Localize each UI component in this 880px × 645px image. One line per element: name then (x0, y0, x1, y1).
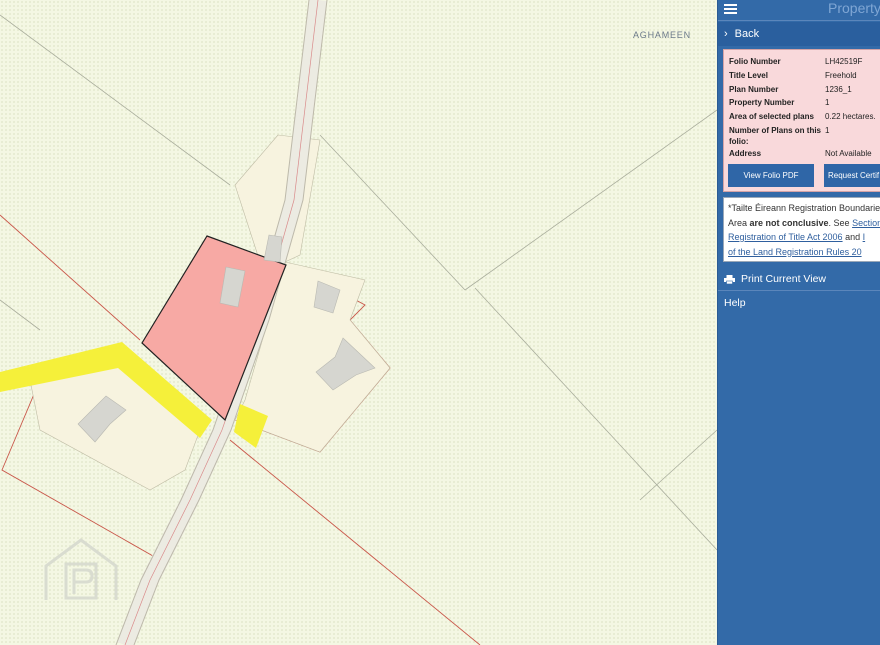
disclaimer-box: *Tailte Éireann Registration Boundarie A… (723, 197, 880, 262)
folio-label: Number of Plans on this folio: (729, 125, 822, 146)
land-registration-rules-link[interactable]: of the Land Registration Rules 20 (728, 247, 862, 257)
folio-label: Folio Number (729, 57, 781, 66)
disclaimer-line: of the Land Registration Rules 20 (728, 245, 880, 260)
request-certificate-button[interactable]: Request Certif (824, 164, 880, 187)
folio-value: 1236_1 (825, 84, 852, 94)
folio-value: 1 (825, 98, 830, 108)
folio-row: Address Not Available (729, 147, 880, 161)
folio-label: Area of selected plans (729, 112, 814, 122)
view-folio-pdf-button[interactable]: View Folio PDF (728, 164, 814, 187)
back-button[interactable]: › Back (718, 22, 880, 46)
disclaimer-line: Area are not conclusive. See Section (728, 216, 880, 231)
back-label: Back (734, 28, 760, 40)
print-current-view-button[interactable]: Print Current View (718, 268, 880, 291)
disclaimer-line: Registration of Title Act 2006 and I (728, 230, 880, 245)
townland-label: AGHAMEEN (633, 30, 691, 40)
folio-value: Not Available (825, 148, 872, 158)
disclaimer-text: Area (728, 217, 750, 228)
folio-row: Property Number 1 (729, 96, 880, 110)
registration-act-link[interactable]: Registration of Title Act 2006 (728, 232, 843, 242)
rules-link-start[interactable]: I (863, 232, 866, 242)
disclaimer-text: and (842, 232, 863, 242)
disclaimer-text: *Tailte Éireann Registration Boundarie (728, 203, 880, 213)
section-link[interactable]: Section (852, 218, 880, 228)
folio-row: Number of Plans on this folio: 1 (729, 124, 880, 147)
folio-label: Title Level (729, 70, 768, 80)
folio-info-card: Folio Number LH42519F Title Level Freeho… (723, 49, 880, 192)
map-view[interactable]: AGHAMEEN (0, 0, 717, 645)
folio-value: LH42519F (825, 57, 863, 66)
folio-value: 0.22 hectares. (825, 112, 876, 122)
chevron-right-icon: › (724, 28, 728, 40)
print-label: Print Current View (741, 273, 827, 285)
disclaimer-bold: are not conclusive (749, 217, 829, 228)
help-label: Help (724, 297, 746, 309)
folio-row: Folio Number LH42519F (729, 55, 880, 69)
folio-value: Freehold (825, 70, 857, 80)
disclaimer-text: . See (828, 217, 853, 228)
panel-header: Property (718, 0, 880, 21)
disclaimer-line: *Tailte Éireann Registration Boundarie (728, 201, 880, 216)
folio-row: Title Level Freehold (729, 69, 880, 83)
folio-table: Folio Number LH42519F Title Level Freeho… (729, 55, 880, 161)
panel-title: Property (828, 0, 880, 16)
folio-row: Area of selected plans 0.22 hectares. (729, 110, 880, 124)
printer-icon (724, 274, 735, 284)
folio-row: Plan Number 1236_1 (729, 83, 880, 97)
help-link[interactable]: Help (718, 292, 880, 314)
property-panel: Property › Back Folio Number LH42519F Ti… (717, 0, 880, 645)
folio-label: Property Number (729, 98, 795, 108)
folio-label: Address (729, 148, 762, 158)
hamburger-icon[interactable] (724, 2, 737, 15)
folio-label: Plan Number (729, 84, 779, 94)
folio-value: 1 (825, 125, 830, 135)
